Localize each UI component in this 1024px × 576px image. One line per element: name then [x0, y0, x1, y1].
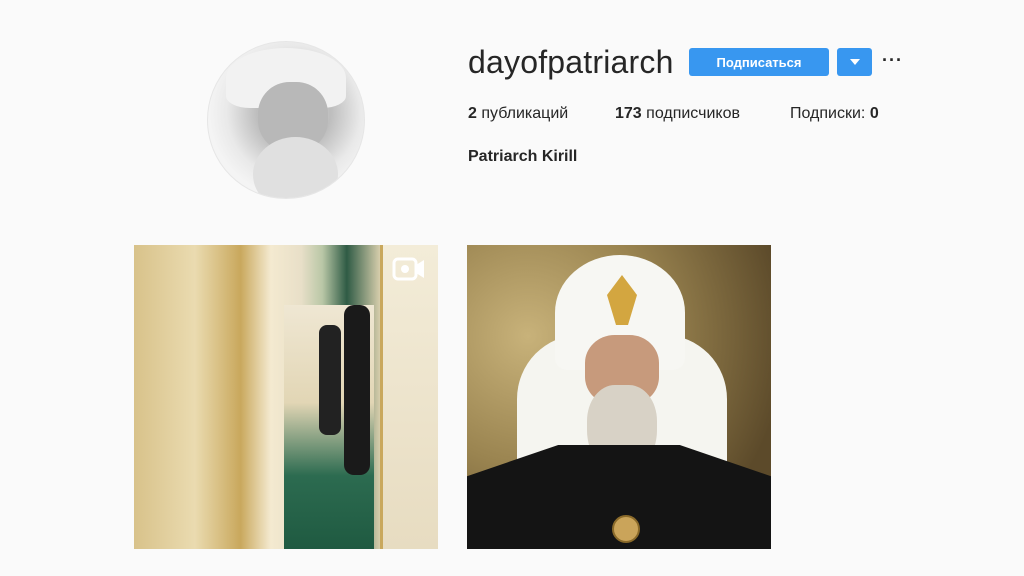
- post-thumbnail-video[interactable]: [134, 245, 438, 549]
- video-icon: [392, 257, 424, 281]
- avatar-beard: [253, 137, 338, 198]
- posts-label: публикаций: [481, 105, 569, 122]
- chevron-down-icon: [849, 59, 860, 65]
- profile-stats: 2 публикаций 173 подписчиков Подписки: 0: [468, 105, 879, 123]
- follow-button[interactable]: Подписаться: [689, 48, 829, 76]
- followers-label: подписчиков: [646, 105, 740, 122]
- post-image-figure: [319, 325, 341, 435]
- following-count: 0: [869, 105, 879, 122]
- following-stat[interactable]: Подписки: 0: [790, 105, 879, 123]
- posts-stat: 2 публикаций: [468, 105, 615, 123]
- post-image-door: [380, 245, 438, 549]
- profile-full-name: Patriarch Kirill: [468, 148, 578, 165]
- suggestions-dropdown-button[interactable]: [837, 48, 872, 76]
- followers-stat[interactable]: 173 подписчиков: [615, 105, 790, 123]
- profile-username: dayofpatriarch: [468, 44, 674, 80]
- profile-avatar[interactable]: [207, 41, 365, 199]
- posts-count: 2: [468, 105, 477, 122]
- followers-count: 173: [615, 105, 642, 122]
- post-image-figure: [344, 305, 370, 475]
- following-label: Подписки:: [790, 105, 866, 122]
- more-options-icon[interactable]: ···: [882, 51, 902, 72]
- post-thumbnail-photo[interactable]: [467, 245, 771, 549]
- post-image-panagia: [612, 515, 640, 543]
